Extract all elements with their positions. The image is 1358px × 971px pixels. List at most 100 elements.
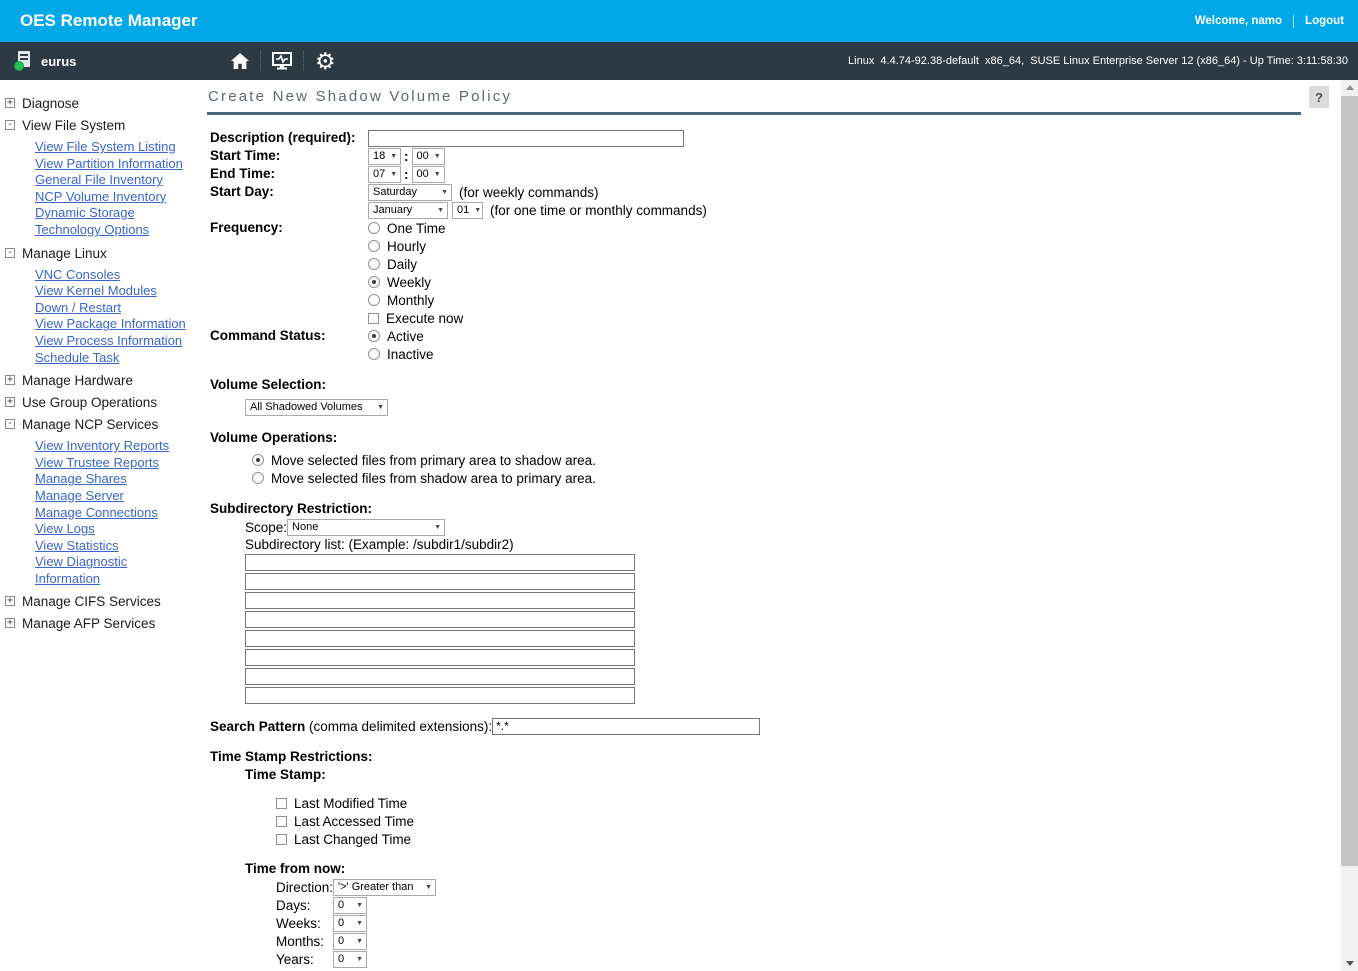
settings-button[interactable]: ⚙ <box>304 42 347 80</box>
collapse-icon[interactable]: - <box>5 120 15 130</box>
end-minute-select[interactable]: 00 ▼ <box>412 166 445 183</box>
sidebar-item-manage-server[interactable]: Manage Server <box>35 488 124 505</box>
time-direction-row: Direction: '>' Greater than ▼ <box>276 878 1335 896</box>
sidebar-item-down-restart[interactable]: Down / Restart <box>35 300 121 317</box>
description-input[interactable] <box>368 130 684 147</box>
scroll-up-button[interactable] <box>1341 80 1358 95</box>
subdirectory-input-8[interactable] <box>245 687 635 704</box>
expand-icon[interactable]: + <box>5 596 15 606</box>
expand-icon[interactable]: + <box>5 618 15 628</box>
frequency-option-daily[interactable]: Daily <box>368 255 463 273</box>
sidebar-section-manage-cifs-services[interactable]: +Manage CIFS Services <box>5 593 200 610</box>
day-select[interactable]: 01 ▼ <box>452 202 483 219</box>
volume-operation-option-move-selected-files-from-primary-area-to-shadow-area[interactable]: Move selected files from primary area to… <box>252 451 1335 469</box>
month-select[interactable]: January ▼ <box>368 202 448 219</box>
sidebar-item-manage-connections[interactable]: Manage Connections <box>35 505 158 522</box>
time-unit-select-years[interactable]: 0▼ <box>333 951 367 968</box>
server-name: eurus <box>41 54 76 69</box>
sidebar-section-diagnose[interactable]: +Diagnose <box>5 95 200 112</box>
time-stamp-restrictions-label: Time Stamp Restrictions: <box>210 748 1335 766</box>
execute-now-option-execute-now[interactable]: Execute now <box>368 309 463 327</box>
radio-button[interactable] <box>368 330 380 342</box>
sidebar-item-vnc-consoles[interactable]: VNC Consoles <box>35 267 120 284</box>
sidebar-item-view-logs[interactable]: View Logs <box>35 521 95 538</box>
volume-operation-option-move-selected-files-from-shadow-area-to-primary-area[interactable]: Move selected files from shadow area to … <box>252 469 1335 487</box>
sidebar-item-view-diagnostic-information[interactable]: View Diagnostic Information <box>35 554 190 587</box>
sidebar-section-manage-afp-services[interactable]: +Manage AFP Services <box>5 615 200 632</box>
scroll-down-button[interactable] <box>1341 956 1358 971</box>
sidebar-section-manage-ncp-services[interactable]: -Manage NCP Services <box>5 416 200 433</box>
sidebar-section-use-group-operations[interactable]: +Use Group Operations <box>5 394 200 411</box>
sidebar-item-general-file-inventory[interactable]: General File Inventory <box>35 172 163 189</box>
subdirectory-input-3[interactable] <box>245 592 635 609</box>
sidebar-item-view-partition-information[interactable]: View Partition Information <box>35 156 183 173</box>
home-button[interactable] <box>220 42 260 80</box>
subdirectory-input-7[interactable] <box>245 668 635 685</box>
sidebar-section-manage-hardware[interactable]: +Manage Hardware <box>5 372 200 389</box>
checkbox[interactable] <box>276 834 287 845</box>
time-unit-select-weeks[interactable]: 0▼ <box>333 915 367 932</box>
collapse-icon[interactable]: - <box>5 248 15 258</box>
frequency-option-one-time[interactable]: One Time <box>368 219 463 237</box>
select-value: 0 <box>338 899 344 911</box>
sidebar-item-view-package-information[interactable]: View Package Information <box>35 316 186 333</box>
frequency-option-weekly[interactable]: Weekly <box>368 273 463 291</box>
checkbox[interactable] <box>276 816 287 827</box>
scope-select[interactable]: None ▼ <box>287 519 445 536</box>
volume-selection-select[interactable]: All Shadowed Volumes ▼ <box>245 399 388 416</box>
sidebar-item-dynamic-storage-technology-options[interactable]: Dynamic Storage Technology Options <box>35 205 190 238</box>
subdirectory-input-1[interactable] <box>245 554 635 571</box>
radio-button[interactable] <box>368 348 380 360</box>
frequency-option-hourly[interactable]: Hourly <box>368 237 463 255</box>
expand-icon[interactable]: + <box>5 375 15 385</box>
subdirectory-input-2[interactable] <box>245 573 635 590</box>
radio-button[interactable] <box>368 240 380 252</box>
expand-icon[interactable]: + <box>5 98 15 108</box>
sidebar-item-view-process-information[interactable]: View Process Information <box>35 333 182 350</box>
frequency-option-monthly[interactable]: Monthly <box>368 291 463 309</box>
radio-button[interactable] <box>252 454 264 466</box>
sidebar-section-manage-linux[interactable]: -Manage Linux <box>5 245 200 262</box>
time-direction-select[interactable]: '>' Greater than ▼ <box>333 879 436 896</box>
option-label: Last Changed Time <box>294 832 411 847</box>
time-unit-select-months[interactable]: 0▼ <box>333 933 367 950</box>
radio-button[interactable] <box>368 294 380 306</box>
time-stamp-option-last-accessed-time[interactable]: Last Accessed Time <box>276 812 1335 830</box>
command-status-option-inactive[interactable]: Inactive <box>368 345 434 363</box>
collapse-icon[interactable]: - <box>5 419 15 429</box>
time-stamp-option-last-changed-time[interactable]: Last Changed Time <box>276 830 1335 848</box>
subdirectory-input-5[interactable] <box>245 630 635 647</box>
health-monitor-button[interactable] <box>261 42 303 80</box>
sidebar-item-view-inventory-reports[interactable]: View Inventory Reports <box>35 438 169 455</box>
start-minute-select[interactable]: 00 ▼ <box>412 148 445 165</box>
command-status-option-active[interactable]: Active <box>368 327 434 345</box>
checkbox[interactable] <box>276 798 287 809</box>
radio-button[interactable] <box>368 258 380 270</box>
scrollbar-thumb[interactable] <box>1341 96 1358 866</box>
time-stamp-option-last-modified-time[interactable]: Last Modified Time <box>276 794 1335 812</box>
radio-button[interactable] <box>368 276 380 288</box>
sidebar-item-view-statistics[interactable]: View Statistics <box>35 538 119 555</box>
vertical-scrollbar[interactable] <box>1341 80 1358 971</box>
search-pattern-input[interactable] <box>492 718 760 735</box>
sidebar-item-manage-shares[interactable]: Manage Shares <box>35 471 127 488</box>
expand-icon[interactable]: + <box>5 397 15 407</box>
logout-button[interactable]: Logout <box>1305 15 1344 27</box>
checkbox[interactable] <box>368 313 379 324</box>
end-hour-select[interactable]: 07 ▼ <box>368 166 401 183</box>
sidebar-item-schedule-task[interactable]: Schedule Task <box>35 350 119 367</box>
radio-button[interactable] <box>252 472 264 484</box>
sidebar-item-view-kernel-modules[interactable]: View Kernel Modules <box>35 283 157 300</box>
start-hour-select[interactable]: 18 ▼ <box>368 148 401 165</box>
subdirectory-input-4[interactable] <box>245 611 635 628</box>
sidebar-item-view-trustee-reports[interactable]: View Trustee Reports <box>35 455 159 472</box>
sidebar-item-ncp-volume-inventory[interactable]: NCP Volume Inventory <box>35 189 166 206</box>
sidebar-section-view-file-system[interactable]: -View File System <box>5 117 200 134</box>
time-unit-select-days[interactable]: 0▼ <box>333 897 367 914</box>
frequency-options: One TimeHourlyDailyWeeklyMonthlyExecute … <box>368 219 463 327</box>
weekday-select[interactable]: Saturday ▼ <box>368 184 452 201</box>
radio-button[interactable] <box>368 222 380 234</box>
help-button[interactable]: ? <box>1309 86 1329 108</box>
sidebar-item-view-file-system-listing[interactable]: View File System Listing <box>35 139 176 156</box>
subdirectory-input-6[interactable] <box>245 649 635 666</box>
